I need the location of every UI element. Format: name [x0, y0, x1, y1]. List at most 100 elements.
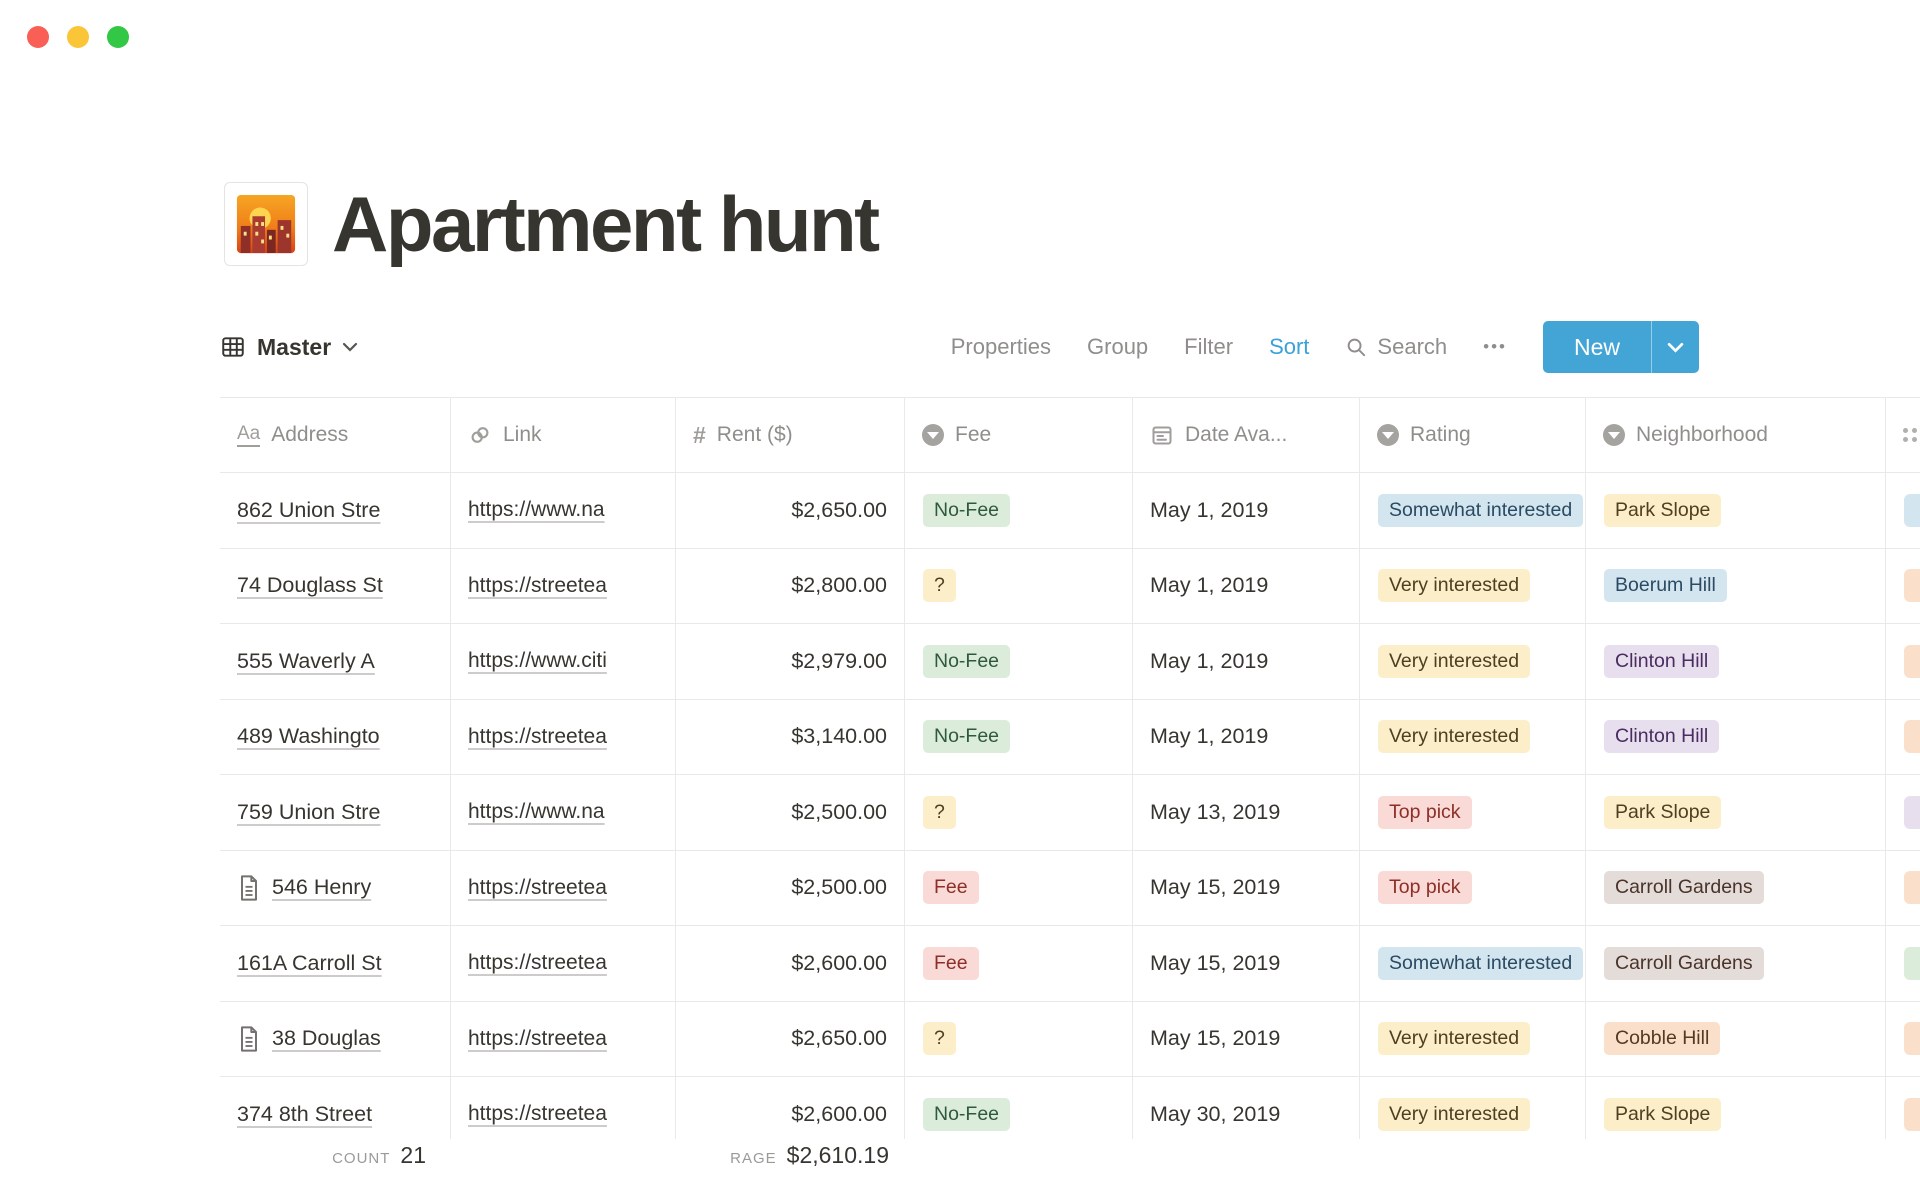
- link-text[interactable]: https://www.na: [468, 800, 605, 824]
- rating-cell[interactable]: Very interested: [1360, 624, 1586, 699]
- link-text[interactable]: https://streetea: [468, 574, 607, 598]
- link-text[interactable]: https://streetea: [468, 1102, 607, 1126]
- new-button-dropdown[interactable]: [1652, 321, 1699, 373]
- new-button-label[interactable]: New: [1543, 321, 1651, 373]
- column-header-rating[interactable]: Rating: [1360, 398, 1586, 472]
- rating-cell[interactable]: Somewhat interested: [1360, 473, 1586, 548]
- rent-cell[interactable]: $2,600.00: [676, 926, 905, 1001]
- link-cell[interactable]: https://streetea: [451, 1077, 676, 1139]
- neighborhood-cell[interactable]: Clinton Hill: [1586, 700, 1886, 775]
- page-emoji-cityscape-sunset[interactable]: [224, 182, 308, 266]
- fee-cell[interactable]: Fee: [905, 851, 1133, 926]
- view-switcher[interactable]: Master: [220, 334, 358, 361]
- rating-cell[interactable]: Very interested: [1360, 700, 1586, 775]
- filter-button[interactable]: Filter: [1184, 334, 1233, 360]
- close-window-button[interactable]: [27, 26, 49, 48]
- average-aggregate[interactable]: RAGE $2,610.19: [676, 1142, 905, 1186]
- extra-cell[interactable]: [1886, 1002, 1920, 1077]
- properties-button[interactable]: Properties: [951, 334, 1051, 360]
- more-options-button[interactable]: •••: [1483, 337, 1507, 357]
- link-cell[interactable]: https://streetea: [451, 926, 676, 1001]
- address-cell[interactable]: 38 Douglas: [220, 1002, 451, 1077]
- rent-cell[interactable]: $2,500.00: [676, 775, 905, 850]
- column-header-address[interactable]: Aa Address: [220, 398, 451, 472]
- link-cell[interactable]: https://streetea: [451, 700, 676, 775]
- neighborhood-cell[interactable]: Carroll Gardens: [1586, 926, 1886, 1001]
- neighborhood-cell[interactable]: Clinton Hill: [1586, 624, 1886, 699]
- extra-cell[interactable]: [1886, 926, 1920, 1001]
- link-text[interactable]: https://www.na: [468, 498, 605, 522]
- date-available-cell[interactable]: May 13, 2019: [1133, 775, 1360, 850]
- rating-cell[interactable]: Top pick: [1360, 851, 1586, 926]
- count-aggregate[interactable]: COUNT 21: [220, 1142, 451, 1186]
- date-available-cell[interactable]: May 30, 2019: [1133, 1077, 1360, 1139]
- address-cell[interactable]: 74 Douglass St: [220, 549, 451, 624]
- address-cell[interactable]: 862 Union Stre: [220, 473, 451, 548]
- rating-cell[interactable]: Very interested: [1360, 1002, 1586, 1077]
- rent-cell[interactable]: $2,600.00: [676, 1077, 905, 1139]
- link-text[interactable]: https://streetea: [468, 951, 607, 975]
- column-header-link[interactable]: Link: [451, 398, 676, 472]
- date-available-cell[interactable]: May 1, 2019: [1133, 700, 1360, 775]
- address-cell[interactable]: 546 Henry: [220, 851, 451, 926]
- link-cell[interactable]: https://www.na: [451, 775, 676, 850]
- fee-cell[interactable]: Fee: [905, 926, 1133, 1001]
- link-text[interactable]: https://www.citi: [468, 649, 607, 673]
- rent-cell[interactable]: $2,800.00: [676, 549, 905, 624]
- group-button[interactable]: Group: [1087, 334, 1148, 360]
- link-cell[interactable]: https://www.citi: [451, 624, 676, 699]
- extra-cell[interactable]: [1886, 549, 1920, 624]
- date-available-cell[interactable]: May 15, 2019: [1133, 926, 1360, 1001]
- fee-cell[interactable]: ?: [905, 775, 1133, 850]
- rating-cell[interactable]: Somewhat interested: [1360, 926, 1586, 1001]
- address-cell[interactable]: 555 Waverly A: [220, 624, 451, 699]
- date-available-cell[interactable]: May 15, 2019: [1133, 851, 1360, 926]
- address-cell[interactable]: 374 8th Street: [220, 1077, 451, 1139]
- link-cell[interactable]: https://streetea: [451, 851, 676, 926]
- address-cell[interactable]: 489 Washingto: [220, 700, 451, 775]
- minimize-window-button[interactable]: [67, 26, 89, 48]
- link-cell[interactable]: https://www.na: [451, 473, 676, 548]
- column-header-neighborhood[interactable]: Neighborhood: [1586, 398, 1886, 472]
- column-header-extra[interactable]: [1886, 398, 1920, 472]
- column-header-rent[interactable]: # Rent ($): [676, 398, 905, 472]
- link-text[interactable]: https://streetea: [468, 876, 607, 900]
- link-text[interactable]: https://streetea: [468, 725, 607, 749]
- fee-cell[interactable]: No-Fee: [905, 700, 1133, 775]
- extra-cell[interactable]: [1886, 700, 1920, 775]
- date-available-cell[interactable]: May 1, 2019: [1133, 549, 1360, 624]
- rating-cell[interactable]: Very interested: [1360, 1077, 1586, 1139]
- search-button[interactable]: Search: [1345, 334, 1447, 360]
- column-header-date-available[interactable]: Date Ava...: [1133, 398, 1360, 472]
- fee-cell[interactable]: ?: [905, 549, 1133, 624]
- neighborhood-cell[interactable]: Carroll Gardens: [1586, 851, 1886, 926]
- neighborhood-cell[interactable]: Park Slope: [1586, 1077, 1886, 1139]
- extra-cell[interactable]: [1886, 473, 1920, 548]
- page-title[interactable]: Apartment hunt: [332, 182, 878, 266]
- link-cell[interactable]: https://streetea: [451, 549, 676, 624]
- date-available-cell[interactable]: May 1, 2019: [1133, 624, 1360, 699]
- rent-cell[interactable]: $2,500.00: [676, 851, 905, 926]
- rent-cell[interactable]: $2,650.00: [676, 1002, 905, 1077]
- extra-cell[interactable]: [1886, 624, 1920, 699]
- link-cell[interactable]: https://streetea: [451, 1002, 676, 1077]
- rent-cell[interactable]: $2,979.00: [676, 624, 905, 699]
- neighborhood-cell[interactable]: Boerum Hill: [1586, 549, 1886, 624]
- new-record-button[interactable]: New: [1543, 321, 1699, 373]
- address-cell[interactable]: 161A Carroll St: [220, 926, 451, 1001]
- column-header-fee[interactable]: Fee: [905, 398, 1133, 472]
- date-available-cell[interactable]: May 1, 2019: [1133, 473, 1360, 548]
- link-text[interactable]: https://streetea: [468, 1027, 607, 1051]
- rent-cell[interactable]: $2,650.00: [676, 473, 905, 548]
- address-cell[interactable]: 759 Union Stre: [220, 775, 451, 850]
- neighborhood-cell[interactable]: Park Slope: [1586, 473, 1886, 548]
- rating-cell[interactable]: Very interested: [1360, 549, 1586, 624]
- date-available-cell[interactable]: May 15, 2019: [1133, 1002, 1360, 1077]
- rating-cell[interactable]: Top pick: [1360, 775, 1586, 850]
- fee-cell[interactable]: No-Fee: [905, 624, 1133, 699]
- fee-cell[interactable]: ?: [905, 1002, 1133, 1077]
- zoom-window-button[interactable]: [107, 26, 129, 48]
- fee-cell[interactable]: No-Fee: [905, 473, 1133, 548]
- fee-cell[interactable]: No-Fee: [905, 1077, 1133, 1139]
- rent-cell[interactable]: $3,140.00: [676, 700, 905, 775]
